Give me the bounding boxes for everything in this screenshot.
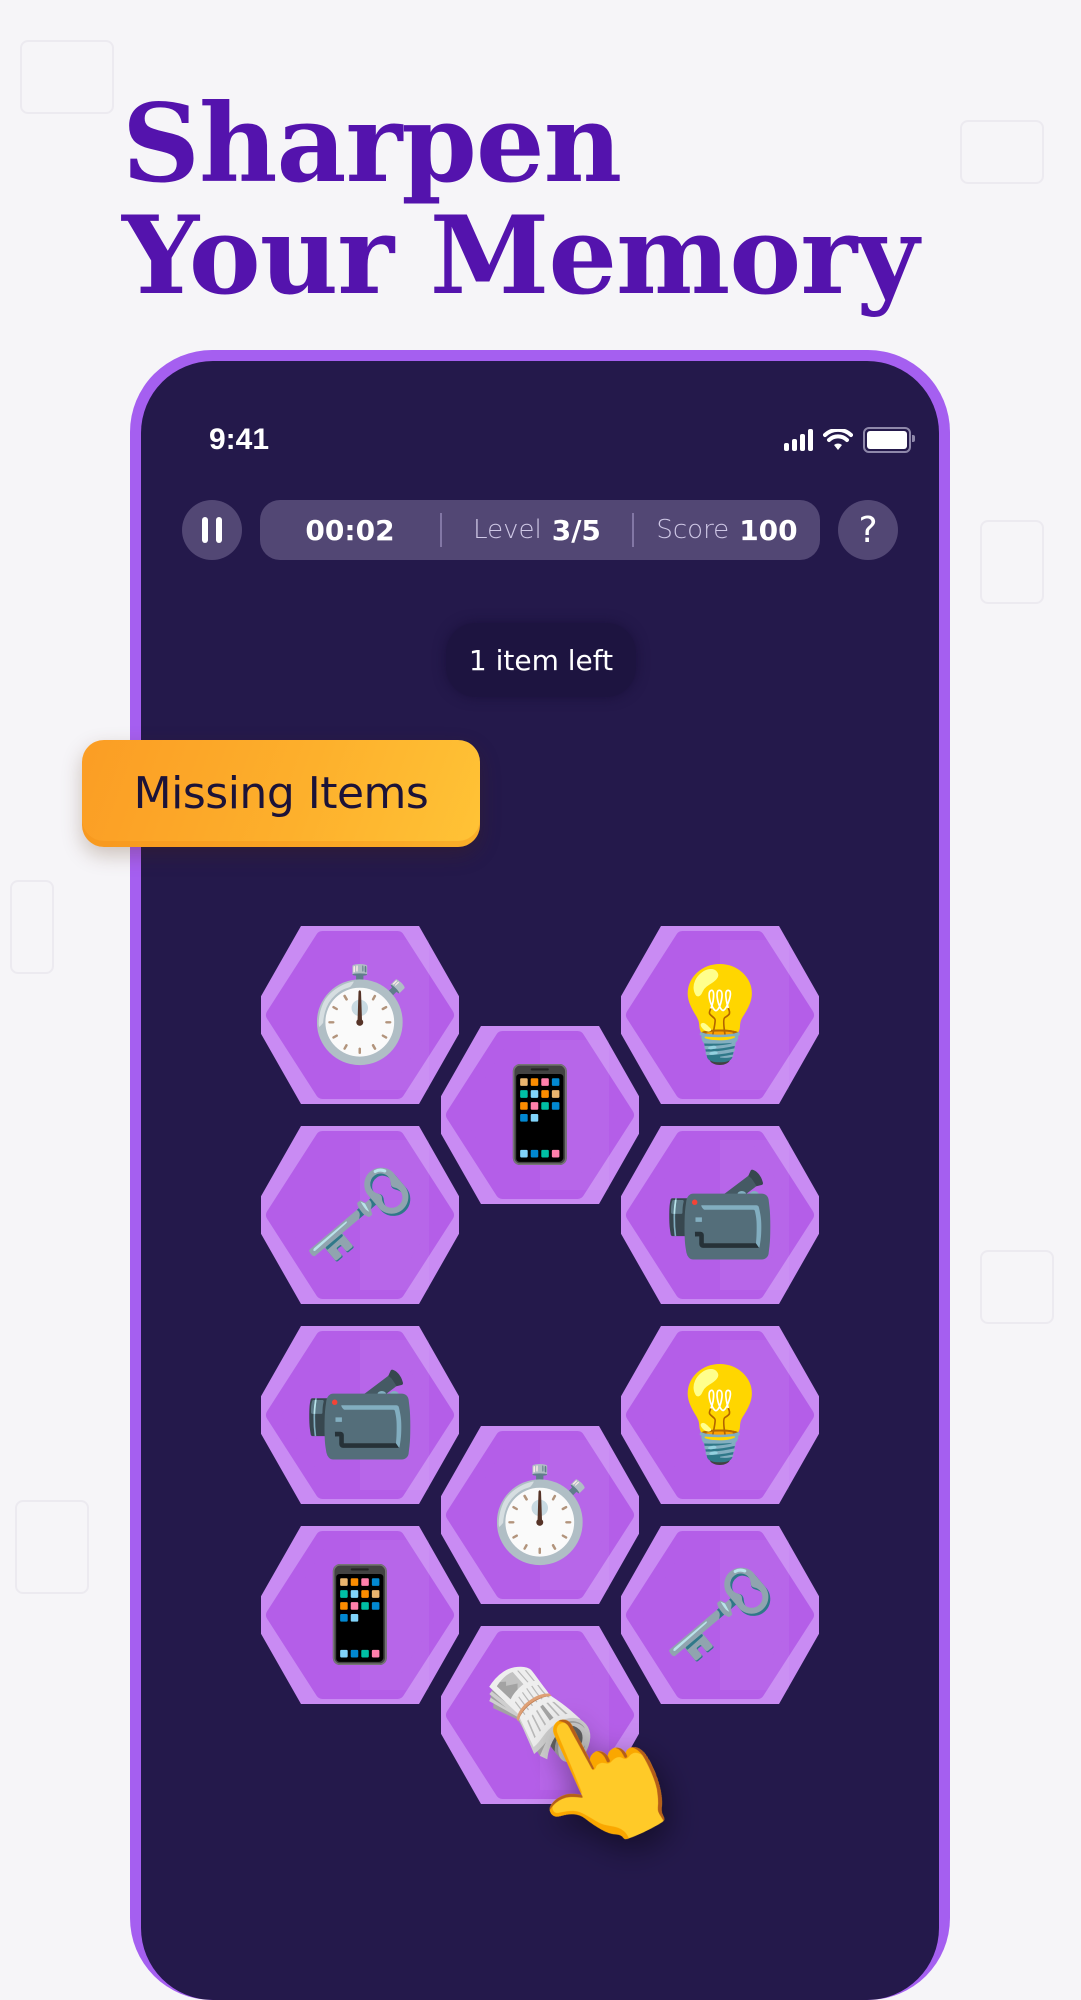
background-doodle <box>980 1250 1054 1324</box>
hex-tile-stopwatch[interactable]: ⏱️ <box>441 1426 639 1604</box>
timer-value: 00:02 <box>305 513 395 547</box>
cellular-signal-icon <box>784 429 813 451</box>
wifi-icon <box>823 429 853 450</box>
level: Level 3/5 <box>442 500 632 560</box>
score: Score 100 <box>634 500 820 560</box>
score-value: 100 <box>739 513 798 547</box>
help-icon: ? <box>858 509 878 551</box>
mobile-phone-icon: 📱 <box>482 1061 598 1168</box>
pause-button[interactable] <box>182 500 242 560</box>
video-camera-icon: 📹 <box>662 1161 778 1268</box>
items-left-badge: 1 item left <box>446 623 636 697</box>
mode-banner: Missing Items <box>82 740 480 847</box>
help-button[interactable]: ? <box>838 500 898 560</box>
background-doodle <box>10 880 54 974</box>
hex-tile-mobile-phone[interactable]: 📱 <box>441 1026 639 1204</box>
headline: Sharpen Your Memory <box>122 81 919 319</box>
mobile-phone-icon: 📱 <box>302 1561 418 1668</box>
light-bulb-icon: 💡 <box>662 961 778 1068</box>
background-doodle <box>980 520 1044 604</box>
background-doodle <box>960 120 1044 184</box>
background-doodle <box>15 1500 89 1594</box>
score-label: Score <box>656 515 730 545</box>
hex-tile-video-camera[interactable]: 📹 <box>621 1126 819 1304</box>
stopwatch-icon: ⏱️ <box>482 1461 598 1568</box>
level-label: Level <box>473 515 542 545</box>
background-doodle <box>20 40 114 114</box>
hex-tile-light-bulb[interactable]: 💡 <box>621 926 819 1104</box>
stopwatch-icon: ⏱️ <box>302 961 418 1068</box>
status-time: 9:41 <box>209 423 270 456</box>
battery-icon <box>863 427 915 453</box>
headline-line-2: Your Memory <box>122 193 919 319</box>
old-key-icon: 🗝️ <box>662 1561 778 1668</box>
light-bulb-icon: 💡 <box>662 1361 778 1468</box>
hex-tile-old-key[interactable]: 🗝️ <box>621 1526 819 1704</box>
status-icons <box>784 427 915 453</box>
hex-tile-light-bulb[interactable]: 💡 <box>621 1326 819 1504</box>
hex-tile-mobile-phone[interactable]: 📱 <box>261 1526 459 1704</box>
pause-icon <box>202 517 222 543</box>
video-camera-icon: 📹 <box>302 1361 418 1468</box>
hex-tile-old-key[interactable]: 🗝️ <box>261 1126 459 1304</box>
old-key-icon: 🗝️ <box>302 1161 418 1268</box>
level-value: 3/5 <box>551 513 601 547</box>
hex-tile-stopwatch[interactable]: ⏱️ <box>261 926 459 1104</box>
game-hud: 00:02 Level 3/5 Score 100 <box>260 500 820 560</box>
headline-line-1: Sharpen <box>122 81 622 207</box>
timer: 00:02 <box>260 500 440 560</box>
hex-tile-video-camera[interactable]: 📹 <box>261 1326 459 1504</box>
